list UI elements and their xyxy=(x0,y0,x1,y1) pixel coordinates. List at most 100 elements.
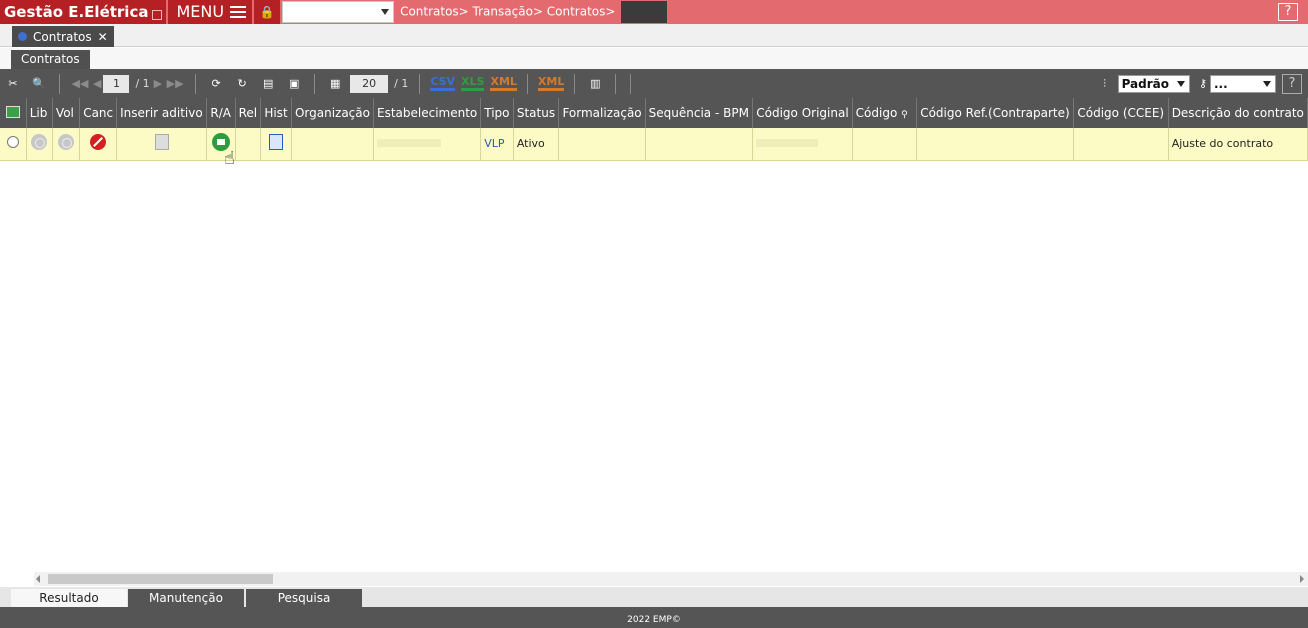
page-size-icon[interactable]: ▦ xyxy=(324,73,346,95)
export-csv-button[interactable]: CSV xyxy=(430,76,456,91)
subtab-contratos[interactable]: Contratos xyxy=(11,50,90,69)
next-page-icon[interactable]: ▶ xyxy=(154,73,162,95)
export-xml-button[interactable]: XML xyxy=(490,76,517,91)
divider xyxy=(615,73,617,94)
toolbar: ✂ 🔍 ◀◀ ◀ 1 / 1 ▶ ▶▶ ⟳ ↻ ▤ ▣ ▦ 20 / 1 CSV… xyxy=(0,69,1308,98)
tab-resultado[interactable]: Resultado xyxy=(11,589,127,607)
insert-addendum-icon[interactable] xyxy=(154,134,169,151)
app-title-text: Gestão E.Elétrica xyxy=(4,3,149,21)
col-codigo-ccee[interactable]: Código (CCEE) xyxy=(1073,98,1169,128)
cell-hist[interactable] xyxy=(260,128,292,161)
table-header-row: Lib Vol Canc Inserir aditivo R/A Rel His… xyxy=(0,98,1308,128)
sliders-icon[interactable]: ⫶ xyxy=(1094,73,1116,95)
divider xyxy=(419,73,421,94)
reload-icon[interactable]: ↻ xyxy=(231,73,253,95)
history-edit-icon[interactable] xyxy=(269,134,284,151)
cell-sequencia-bpm xyxy=(645,128,754,161)
breadcrumb-end-block xyxy=(621,1,668,23)
tab-contratos-label: Contratos xyxy=(33,29,92,44)
divider xyxy=(59,73,60,94)
column-chooser-icon[interactable] xyxy=(0,98,27,128)
scrollbar-thumb[interactable] xyxy=(48,574,273,584)
cell-tipo[interactable]: VLP xyxy=(480,128,514,161)
radio-icon[interactable] xyxy=(6,136,19,149)
cell-vol[interactable] xyxy=(52,128,81,161)
col-lib[interactable]: Lib xyxy=(26,98,53,128)
tab-contratos[interactable]: Contratos ✕ xyxy=(12,26,114,47)
col-inserir-aditivo[interactable]: Inserir aditivo xyxy=(116,98,208,128)
tab-manutencao[interactable]: Manutenção xyxy=(128,589,244,607)
col-estabelecimento[interactable]: Estabelecimento xyxy=(373,98,482,128)
help-button[interactable]: ? xyxy=(1278,3,1298,21)
col-codigo-ref[interactable]: Código Ref.(Contraparte) xyxy=(916,98,1075,128)
row-select-radio[interactable] xyxy=(0,128,27,161)
breadcrumb-text: Contratos> Transação> Contratos> xyxy=(400,4,616,19)
divider xyxy=(195,73,197,94)
scroll-right-icon[interactable] xyxy=(1300,575,1304,583)
release-icon[interactable] xyxy=(31,134,48,151)
search-icon[interactable]: ⚲ xyxy=(901,110,908,120)
first-page-icon[interactable]: ◀◀ xyxy=(69,73,91,95)
col-vol[interactable]: Vol xyxy=(52,98,81,128)
col-ra[interactable]: R/A xyxy=(206,98,236,128)
cell-canc[interactable] xyxy=(79,128,118,161)
cell-estabelecimento xyxy=(373,128,482,161)
cell-organizacao xyxy=(291,128,374,161)
page-input[interactable]: 1 xyxy=(103,74,130,93)
col-status[interactable]: Status xyxy=(513,98,560,128)
col-sequencia-bpm[interactable]: Sequência - BPM xyxy=(645,98,754,128)
col-tipo[interactable]: Tipo xyxy=(480,98,514,128)
rows-per-page-input[interactable]: 20 xyxy=(350,74,389,93)
horizontal-scrollbar[interactable] xyxy=(34,572,1308,586)
cell-status: Ativo xyxy=(513,128,560,161)
return-icon[interactable] xyxy=(58,134,75,151)
col-codigo-original[interactable]: Código Original xyxy=(752,98,853,128)
menu-button[interactable]: MENU xyxy=(168,0,253,24)
cell-rel xyxy=(235,128,262,161)
search-icon[interactable]: 🔍 xyxy=(28,73,50,95)
prev-page-icon[interactable]: ◀ xyxy=(93,73,101,95)
cell-codigo-ref xyxy=(916,128,1075,161)
export-xls-button[interactable]: XLS xyxy=(461,76,485,91)
footer: 2022 EMP© xyxy=(0,607,1308,628)
view-select[interactable]: Padrão xyxy=(1117,74,1190,93)
help-toolbar-button[interactable]: ? xyxy=(1282,73,1302,94)
window-icon xyxy=(152,10,163,20)
scroll-left-icon[interactable] xyxy=(36,575,40,583)
hamburger-icon xyxy=(230,6,247,18)
tools-icon[interactable]: ✂ xyxy=(2,73,24,95)
cancel-icon[interactable] xyxy=(90,134,107,151)
layout-icon[interactable]: ▥ xyxy=(584,73,606,95)
cell-descricao: Ajuste do contrato xyxy=(1168,128,1308,161)
module-select[interactable] xyxy=(282,1,395,23)
close-icon[interactable]: ✕ xyxy=(98,30,108,44)
col-organizacao[interactable]: Organização xyxy=(291,98,374,128)
cell-lib[interactable] xyxy=(26,128,53,161)
cell-inserir-aditivo[interactable] xyxy=(116,128,208,161)
toolbar-right: ⫶ Padrão ⚷ ... ? xyxy=(1092,69,1308,98)
table-row[interactable]: VLP Ativo Ajuste do contrato xyxy=(0,128,1308,161)
col-hist[interactable]: Hist xyxy=(260,98,292,128)
breadcrumb: Contratos> Transação> Contratos> xyxy=(400,1,668,23)
col-descricao[interactable]: Descrição do contrato xyxy=(1168,98,1308,128)
page-total: / 1 xyxy=(135,77,150,90)
rows-total: / 1 xyxy=(394,77,409,90)
col-formalizacao[interactable]: Formalização xyxy=(558,98,646,128)
search-select[interactable]: ... xyxy=(1210,74,1276,93)
last-page-icon[interactable]: ▶▶ xyxy=(164,73,186,95)
col-codigo-label: Código xyxy=(855,106,898,120)
hand-cursor-icon: ☝ xyxy=(224,148,235,169)
document-icon[interactable]: ▤ xyxy=(257,73,279,95)
divider xyxy=(314,73,316,94)
cell-codigo-ccee xyxy=(1073,128,1169,161)
import-xml-button[interactable]: XML xyxy=(537,76,565,91)
col-rel[interactable]: Rel xyxy=(235,98,262,128)
results-table: Lib Vol Canc Inserir aditivo R/A Rel His… xyxy=(0,98,1308,161)
col-canc[interactable]: Canc xyxy=(79,98,118,128)
col-codigo[interactable]: Código ⚲ xyxy=(852,98,918,128)
refresh-icon[interactable]: ⟳ xyxy=(205,73,227,95)
tab-pesquisa[interactable]: Pesquisa xyxy=(246,589,362,607)
lock-icon[interactable]: 🔒 xyxy=(254,0,281,24)
document-search-icon[interactable]: ▣ xyxy=(283,73,305,95)
app-title[interactable]: Gestão E.Elétrica xyxy=(0,0,167,24)
